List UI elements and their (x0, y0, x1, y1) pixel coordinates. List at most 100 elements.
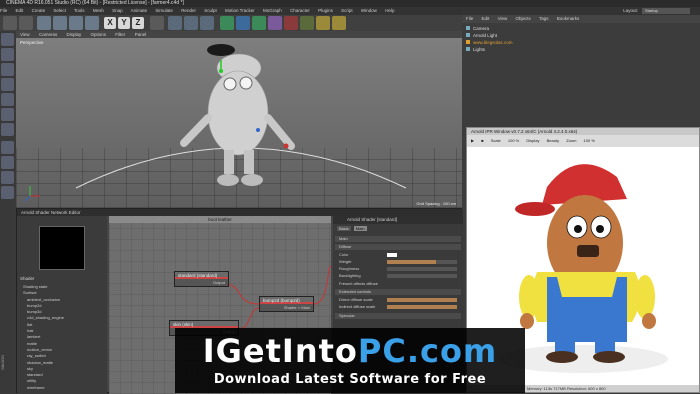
vp-menu-panel[interactable]: Panel (135, 32, 147, 37)
object-row[interactable]: Arnold Light (466, 32, 696, 39)
section-diffuse[interactable]: Diffuse (335, 244, 461, 250)
object-row[interactable]: Lights (466, 46, 696, 53)
om-view[interactable]: View (498, 16, 508, 21)
menu-window[interactable]: Window (361, 8, 377, 13)
shader-item[interactable]: wireframe (23, 385, 103, 391)
spline-icon[interactable] (236, 16, 250, 30)
vp-menu-filter[interactable]: Filter (115, 32, 125, 37)
rotate-icon[interactable] (85, 16, 99, 30)
menu-plugins[interactable]: Plugins (318, 8, 333, 13)
play-icon[interactable]: ▶ (471, 138, 474, 143)
scale-icon[interactable] (69, 16, 83, 30)
menu-motion-tracker[interactable]: Motion Tracker (225, 8, 255, 13)
node-bump2d[interactable]: bump2d (bump2d) Shader < Main (259, 296, 314, 312)
menu-simulate[interactable]: Simulate (155, 8, 173, 13)
redo-icon[interactable] (19, 16, 33, 30)
om-edit[interactable]: Edit (482, 16, 490, 21)
edges-mode-icon[interactable] (1, 108, 14, 121)
tweak-mode-icon[interactable] (1, 156, 14, 169)
slider-fill (387, 298, 457, 302)
om-tags[interactable]: Tags (539, 16, 549, 21)
node-port[interactable]: Output (175, 279, 228, 286)
move-icon[interactable] (53, 16, 67, 30)
y-axis-toggle[interactable]: Y (118, 17, 130, 29)
polygons-mode-icon[interactable] (1, 123, 14, 136)
menu-script[interactable]: Script (341, 8, 353, 13)
menu-character[interactable]: Character (290, 8, 310, 13)
menu-tools[interactable]: Tools (74, 8, 85, 13)
section-extended[interactable]: Extended controls (335, 289, 461, 295)
ipr-display-value[interactable]: Beauty (547, 138, 559, 143)
menu-mograph[interactable]: MoGraph (263, 8, 282, 13)
weight-slider[interactable] (387, 260, 457, 264)
brand-i: I (202, 332, 216, 370)
menu-sculpt[interactable]: Sculpt (204, 8, 217, 13)
scene-icon[interactable] (300, 16, 314, 30)
array-icon[interactable] (268, 16, 282, 30)
attr-weight[interactable]: Weight (339, 259, 461, 265)
vp-menu-options[interactable]: Options (91, 32, 107, 37)
coord-system-icon[interactable] (150, 16, 164, 30)
undo-icon[interactable] (3, 16, 17, 30)
attr-indirect-diffuse[interactable]: Indirect diffuse scale (339, 304, 461, 310)
menu-mesh[interactable]: Mesh (93, 8, 104, 13)
tab-basic[interactable]: Basic (337, 226, 351, 231)
texture-mode-icon[interactable] (1, 63, 14, 76)
menu-animate[interactable]: Animate (131, 8, 148, 13)
om-objects[interactable]: Objects (516, 16, 531, 21)
color-swatch[interactable] (387, 253, 397, 257)
attr-backlighting[interactable]: Backlighting (339, 273, 461, 279)
x-axis-toggle[interactable]: X (104, 17, 116, 29)
vp-menu-display[interactable]: Display (66, 32, 81, 37)
layout-select[interactable]: Startup (642, 8, 690, 14)
attr-roughness[interactable]: Roughness (339, 266, 461, 272)
points-mode-icon[interactable] (1, 93, 14, 106)
cube-icon[interactable] (220, 16, 234, 30)
node-standard[interactable]: standard (standard) Output (174, 271, 229, 287)
model-mode-icon[interactable] (1, 48, 14, 61)
attr-direct-diffuse[interactable]: Direct diffuse scale (339, 297, 461, 303)
om-bookmarks[interactable]: Bookmarks (557, 16, 580, 21)
attr-color[interactable]: Color (339, 252, 461, 258)
section-main[interactable]: Main (335, 236, 461, 242)
direct-slider[interactable] (387, 298, 457, 302)
vp-menu-view[interactable]: View (20, 32, 30, 37)
roughness-slider[interactable] (387, 267, 457, 271)
menu-file[interactable]: File (0, 8, 7, 13)
render-settings-icon[interactable] (200, 16, 214, 30)
menu-select[interactable]: Select (53, 8, 66, 13)
om-file[interactable]: File (466, 16, 473, 21)
lock-workplane-icon[interactable] (1, 186, 14, 199)
make-editable-icon[interactable] (1, 33, 14, 46)
object-row[interactable]: Camera (466, 25, 696, 32)
indirect-slider[interactable] (387, 305, 457, 309)
ipr-zoom-value[interactable]: 100 % (584, 138, 595, 143)
z-axis-toggle[interactable]: Z (132, 17, 144, 29)
menu-edit[interactable]: Edit (16, 8, 24, 13)
subdivision-icon[interactable] (252, 16, 266, 30)
live-select-icon[interactable] (37, 16, 51, 30)
render-view-icon[interactable] (168, 16, 182, 30)
menu-render[interactable]: Render (181, 8, 196, 13)
section-specular[interactable]: Specular (335, 313, 461, 319)
menu-create[interactable]: Create (32, 8, 46, 13)
object-row[interactable]: www.blegsolaz.com (466, 39, 696, 46)
snap-icon[interactable] (1, 171, 14, 184)
workplane-icon[interactable] (1, 78, 14, 91)
light-icon[interactable] (332, 16, 346, 30)
node-port[interactable]: Shader < Main (260, 304, 313, 311)
attr-fresnel[interactable]: Fresnel affects diffuse (339, 281, 461, 287)
camera-icon[interactable] (316, 16, 330, 30)
render-picture-viewer-icon[interactable] (184, 16, 198, 30)
perspective-viewport[interactable]: Perspective Grid Spacing : 100 cm (16, 38, 462, 208)
vp-menu-cameras[interactable]: Cameras (39, 32, 57, 37)
axis-mode-icon[interactable] (1, 141, 14, 154)
tab-main[interactable]: Main (353, 226, 367, 231)
backlighting-slider[interactable] (387, 274, 457, 278)
attr-label: Indirect diffuse scale (339, 304, 376, 309)
menu-help[interactable]: Help (385, 8, 394, 13)
menu-snap[interactable]: Snap (112, 8, 123, 13)
ipr-scale-value[interactable]: 100 % (508, 138, 519, 143)
deformer-icon[interactable] (284, 16, 298, 30)
stop-icon[interactable]: ■ (481, 138, 483, 143)
